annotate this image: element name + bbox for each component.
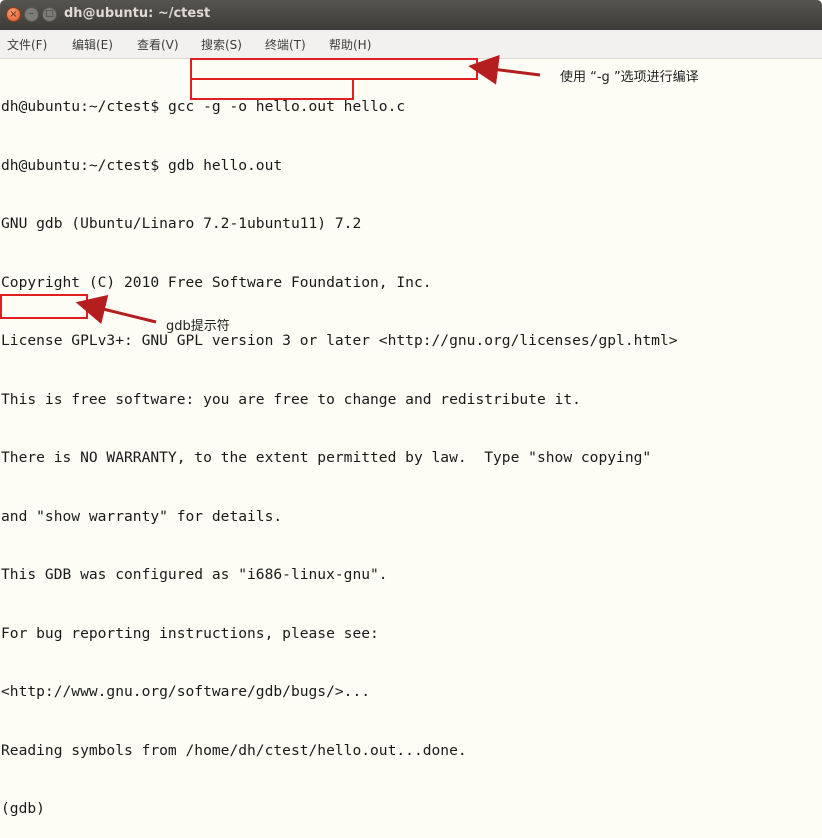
output-line: License GPLv3+: GNU GPL version 3 or lat… (1, 332, 678, 349)
command-line-gcc: dh@ubuntu:~/ctest$ gcc -g -o hello.out h… (1, 97, 822, 117)
close-icon: × (9, 9, 18, 20)
output-line: This GDB was configured as "i686-linux-g… (1, 566, 388, 583)
maximize-icon: □ (45, 9, 54, 19)
gcc-command: gcc -g -o hello.out hello.c (167, 98, 406, 115)
gdb-prompt-annotation: gdb提示符 (166, 319, 230, 334)
menu-search[interactable]: 搜索(S) (201, 36, 242, 53)
minimize-icon: – (29, 8, 34, 19)
output-line: There is NO WARRANTY, to the extent perm… (1, 449, 652, 466)
gdb-command: gdb hello.out (167, 156, 283, 174)
menu-help[interactable]: 帮助(H) (329, 36, 371, 53)
gdb-prompt-line: (gdb) (1, 800, 45, 817)
command-line-gdb: dh@ubuntu:~/ctest$ gdb hello.out (1, 156, 822, 176)
g-option-annotation: 使用 “-g ”选项进行编译 (560, 70, 699, 85)
output-line: For bug reporting instructions, please s… (1, 624, 379, 642)
shell-prompt: dh@ubuntu:~/ctest$ (1, 156, 168, 174)
menu-edit[interactable]: 编辑(E) (72, 36, 113, 53)
output-line: <http://www.gnu.org/software/gdb/bugs/>.… (1, 683, 371, 700)
output-line: and "show warranty" for details. (1, 507, 283, 525)
output-line: This is free software: you are free to c… (1, 390, 581, 408)
menu-view[interactable]: 查看(V) (137, 36, 179, 53)
menu-bar: 文件(F) 编辑(E) 查看(V) 搜索(S) 终端(T) 帮助(H) (0, 30, 822, 59)
output-line: GNU gdb (Ubuntu/Linaro 7.2-1ubuntu11) 7.… (1, 215, 362, 232)
output-line: Reading symbols from /home/dh/ctest/hell… (1, 741, 467, 759)
shell-prompt: dh@ubuntu:~/ctest$ (1, 98, 168, 115)
close-button[interactable]: × (6, 7, 21, 22)
maximize-button[interactable]: □ (42, 7, 57, 22)
menu-terminal[interactable]: 终端(T) (265, 36, 306, 53)
title-bar: × – □ dh@ubuntu: ~/ctest (0, 0, 822, 30)
minimize-button[interactable]: – (24, 7, 39, 22)
menu-file[interactable]: 文件(F) (7, 36, 47, 53)
terminal-output[interactable]: dh@ubuntu:~/ctest$ gcc -g -o hello.out h… (1, 58, 822, 838)
output-line: Copyright (C) 2010 Free Software Foundat… (1, 273, 432, 291)
window-title: dh@ubuntu: ~/ctest (64, 6, 211, 21)
